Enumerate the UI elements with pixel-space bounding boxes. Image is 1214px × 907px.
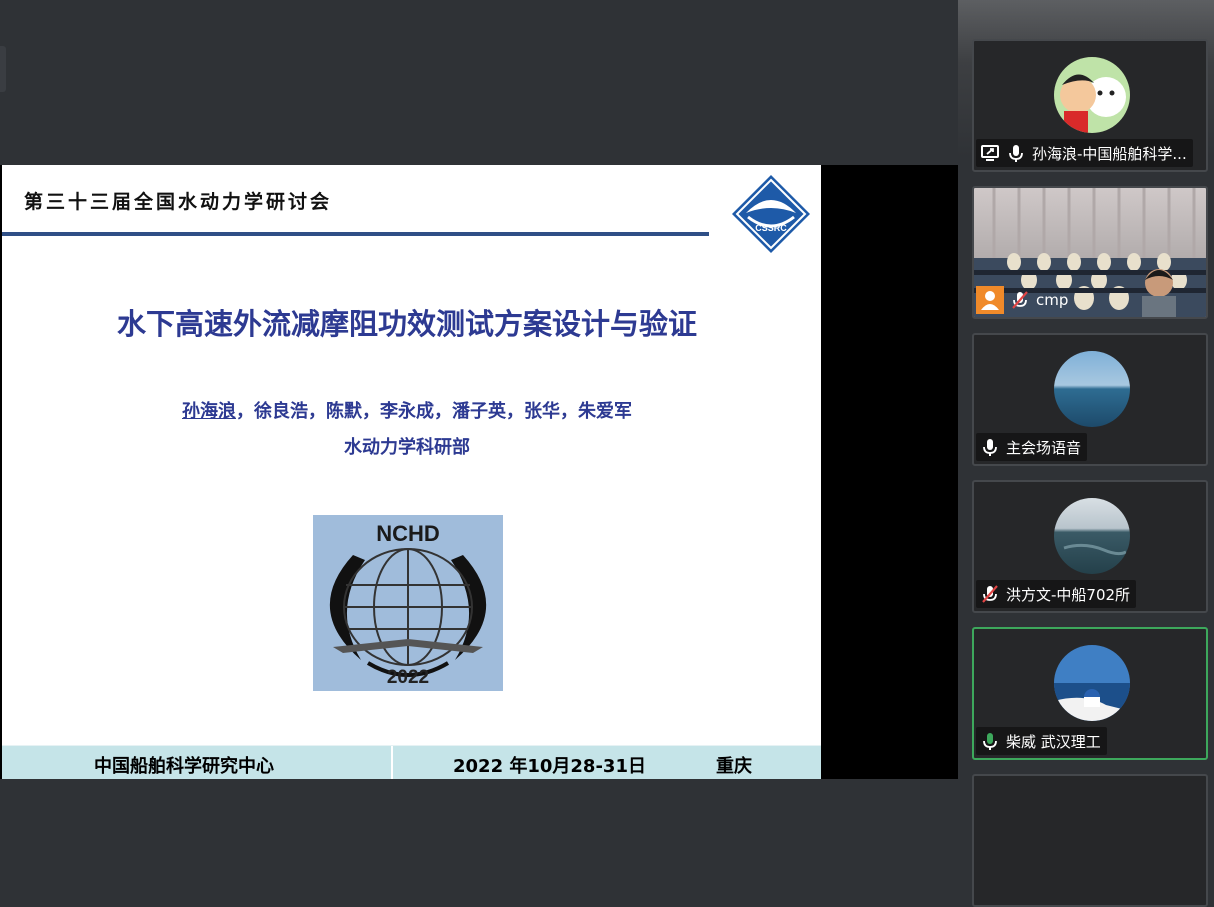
participant-tile[interactable]: 孙海浪-中国船舶科学...: [972, 39, 1208, 172]
presentation-slide: 第三十三届全国水动力学研讨会 CSSRC 水下高速外流减摩阻功效测试方案设计与验…: [2, 165, 821, 779]
participant-name: 孙海浪-中国船舶科学...: [1032, 144, 1187, 163]
participant-tile[interactable]: 主会场语音: [972, 333, 1208, 466]
co-authors: ，徐良浩，陈默，李永成，潘子英，张华，朱爱军: [236, 401, 632, 422]
header-divider: [2, 232, 709, 236]
cssrc-logo: CSSRC: [732, 175, 810, 253]
cartoon-avatar: [1054, 57, 1130, 133]
ocean-avatar: [1054, 498, 1130, 574]
presenting-author: 孙海浪: [182, 401, 236, 422]
department: 水动力学科研部: [344, 437, 470, 458]
conference-title: 第三十三届全国水动力学研讨会: [24, 191, 333, 213]
nchd-logo-year: 2022: [387, 667, 429, 688]
slide-footer: 中国船舶科学研究中心 2022 年10月28-31日 重庆: [2, 745, 821, 779]
user-icon: [976, 286, 1004, 314]
slide-title: 水下高速外流减摩阻功效测试方案设计与验证: [116, 307, 697, 341]
shared-screen-area: 第三十三届全国水动力学研讨会 CSSRC 水下高速外流减摩阻功效测试方案设计与验…: [0, 0, 958, 787]
collapse-panel-tab[interactable]: [0, 46, 6, 92]
mic-active-icon: [983, 733, 997, 750]
participant-tile-active[interactable]: 柴威 武汉理工: [972, 627, 1208, 760]
participant-tile[interactable]: cmp: [972, 186, 1208, 319]
santorini-avatar: [1054, 645, 1130, 721]
participant-name: 主会场语音: [1006, 438, 1082, 457]
participant-tile[interactable]: [972, 774, 1208, 907]
cssrc-logo-text: CSSRC: [755, 223, 787, 233]
participant-name-bar: 柴威 武汉理工: [976, 727, 1107, 755]
participant-name: 洪方文-中船702所: [1006, 585, 1131, 604]
author-list: 孙海浪，徐良浩，陈默，李永成，潘子英，张华，朱爱军: [2, 397, 812, 423]
mic-icon: [983, 439, 997, 456]
nchd-logo-text: NCHD: [376, 521, 440, 546]
footer-divider: [391, 746, 393, 779]
participant-tile[interactable]: 洪方文-中船702所: [972, 480, 1208, 613]
sea-avatar: [1054, 351, 1130, 427]
participant-name: 柴威 武汉理工: [1006, 732, 1101, 751]
nchd-logo: NCHD 2022: [313, 515, 503, 691]
mic-icon: [1009, 145, 1023, 162]
mic-muted-icon: [1012, 291, 1028, 309]
participant-name-bar: 主会场语音: [976, 433, 1088, 461]
participants-panel: 孙海浪-中国船舶科学... cmp 主会场语音 洪方文-中船702所 柴威 武汉…: [958, 0, 1214, 907]
screen-share-icon: [981, 145, 999, 161]
footer-city: 重庆: [716, 756, 752, 777]
participant-name-bar: cmp: [976, 286, 1074, 314]
participant-name: cmp: [1036, 291, 1069, 309]
participant-name-bar: 孙海浪-中国船舶科学...: [976, 139, 1193, 167]
mic-muted-icon: [982, 585, 998, 603]
footer-date: 2022 年10月28-31日: [453, 756, 646, 777]
participant-name-bar: 洪方文-中船702所: [976, 580, 1137, 608]
footer-organization: 中国船舶科学研究中心: [94, 756, 274, 777]
